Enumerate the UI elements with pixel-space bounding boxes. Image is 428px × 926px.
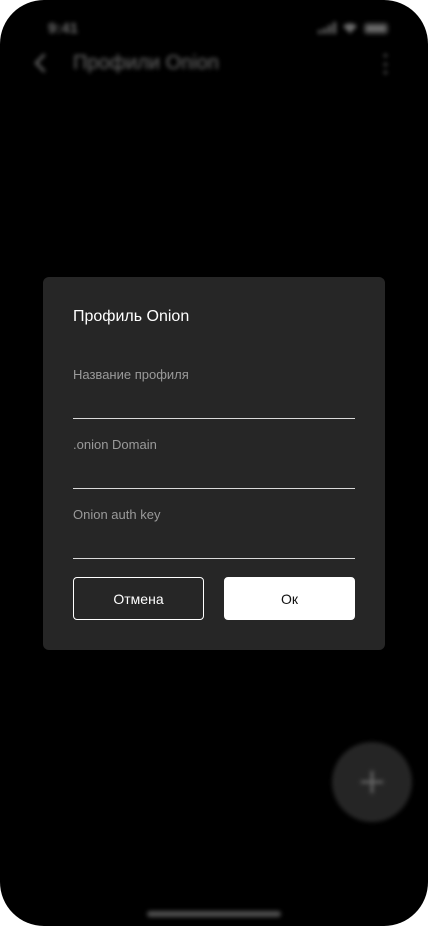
profile-name-field: Название профиля: [73, 367, 355, 419]
status-icons: [318, 22, 388, 34]
app-bar: Профили Onion: [0, 44, 428, 84]
app-title: Профили Onion: [73, 52, 220, 74]
ok-button[interactable]: Ок: [224, 577, 355, 620]
status-bar: 9:41: [0, 14, 428, 44]
dialog-title: Профиль Onion: [73, 308, 190, 325]
onion-auth-key-field: Onion auth key: [73, 507, 355, 559]
onion-domain-input[interactable]: [73, 467, 355, 489]
onion-auth-key-input[interactable]: [73, 537, 355, 559]
status-time: 9:41: [48, 20, 79, 37]
profile-name-input[interactable]: [73, 397, 355, 419]
onion-auth-key-label: Onion auth key: [73, 507, 161, 522]
onion-domain-field: .onion Domain: [73, 437, 355, 489]
add-profile-button[interactable]: [332, 742, 412, 822]
more-vertical-icon[interactable]: [382, 54, 388, 74]
plus-icon: [360, 770, 384, 794]
wifi-icon: [343, 23, 357, 34]
cancel-button[interactable]: Отмена: [73, 577, 204, 620]
signal-icon: [318, 22, 336, 34]
onion-profile-dialog: Профиль Onion Название профиля .onion Do…: [43, 277, 385, 650]
profile-name-label: Название профиля: [73, 367, 189, 382]
onion-domain-label: .onion Domain: [73, 437, 157, 452]
home-indicator[interactable]: [147, 911, 281, 917]
battery-icon: [364, 22, 388, 34]
phone-screen: 9:41 Профили Onion Профиль Onion Названи…: [0, 0, 428, 926]
chevron-left-icon[interactable]: [30, 52, 52, 74]
